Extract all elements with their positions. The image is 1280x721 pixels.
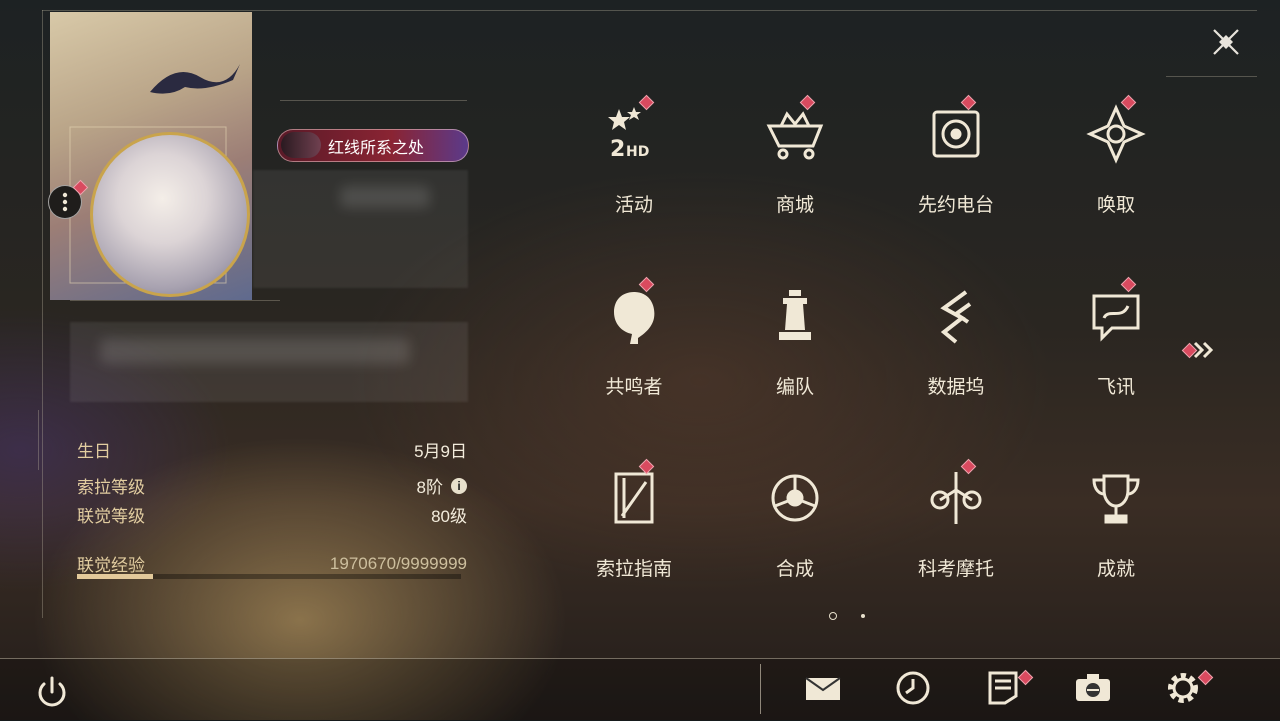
settings-gear-icon [1168,673,1198,703]
guidebook-icon [604,468,664,528]
convene-compass-icon [1086,104,1146,164]
team-chess-icon [765,286,825,346]
motorcycle-icon [926,468,986,528]
page-dot-2[interactable] [861,614,865,618]
mail-icon [805,677,841,700]
menu-item-2[interactable]: 先约电台 [876,88,1036,270]
menu-item-label: 先约电台 [917,195,994,216]
menu-item-label: 唤取 [1096,195,1135,216]
menu-item-label: 飞讯 [1096,377,1135,398]
bottom-bar-separator [760,664,761,714]
union-exp-fill [77,574,153,579]
union-exp-label: 联觉经验 [77,556,145,575]
sola-level-label: 索拉等级 [77,478,145,497]
menu-item-label: 编队 [775,377,814,398]
union-level-label: 联觉等级 [77,507,145,526]
notice-icon [988,671,1018,705]
next-page-button[interactable] [1180,338,1220,362]
mail-button[interactable] [803,668,843,708]
banner-top-line [280,100,467,101]
avatar[interactable] [90,132,250,297]
union-exp-value: 1970670/9999999 [329,553,467,573]
union-exp-row: 联觉经验 1970670/9999999 [77,551,467,576]
menu-item-11[interactable]: 成就 [1036,452,1196,634]
clock-button[interactable] [893,668,933,708]
dragon-art-icon [150,64,240,94]
menu-item-label: 商城 [775,195,814,216]
menu-item-4[interactable]: 共鸣者 [554,270,714,452]
notice-button[interactable] [983,668,1034,708]
profile-divider [70,300,280,301]
sola-level-value-wrap: 8阶 i [417,473,467,498]
title-banner[interactable]: 红线所系之处 [277,129,469,162]
menu-item-label: 数据坞 [927,377,985,398]
menu-item-7[interactable]: 飞讯 [1036,270,1196,452]
data-bank-icon [926,286,986,346]
banner-thumbnail [281,132,321,158]
svg-text:HD: HD [626,144,649,160]
camera-icon [1076,674,1110,701]
menu-item-8[interactable]: 索拉指南 [554,452,714,634]
menu-item-9[interactable]: 合成 [715,452,875,634]
menu-item-label: 活动 [614,195,653,216]
menu-item-6[interactable]: 数据坞 [876,270,1036,452]
banner-label: 红线所系之处 [328,139,425,157]
trophy-icon [1086,468,1146,528]
signature-blurred [100,338,410,364]
left-frame-line [42,10,43,618]
right-frame-line [1166,76,1257,77]
close-button[interactable] [1208,24,1244,60]
info-icon[interactable]: i [451,477,467,494]
player-name-blurred [340,186,430,208]
birthday-row: 生日 5月9日 [77,437,467,462]
resonator-head-icon [604,286,664,346]
union-level-row: 联觉等级 80级 [77,502,467,527]
chat-message-icon [1086,286,1146,346]
page-indicator [829,612,865,620]
menu-item-5[interactable]: 编队 [715,270,875,452]
menu-item-label: 成就 [1096,559,1135,580]
menu-item-0[interactable]: 2 HD 活动 [554,88,714,270]
camera-button[interactable] [1073,668,1113,708]
page-dot-1[interactable] [829,612,837,620]
menu-item-label: 索拉指南 [595,559,672,580]
union-level-value: 80级 [431,507,467,526]
events-2hd-icon: 2 HD [604,104,664,164]
radio-icon [926,104,986,164]
menu-item-label: 合成 [775,559,814,580]
sola-level-value: 8阶 [416,478,443,497]
menu-item-10[interactable]: 科考摩托 [876,452,1036,634]
birthday-value: 5月9日 [414,442,467,461]
power-button[interactable] [32,672,72,712]
menu-item-3[interactable]: 唤取 [1036,88,1196,270]
menu-item-label: 科考摩托 [917,559,994,580]
power-icon [38,676,66,707]
birthday-label: 生日 [77,442,111,461]
synthesis-icon [765,468,825,528]
side-rail-line [38,410,39,470]
svg-text:2: 2 [610,137,625,162]
shop-cart-icon [765,104,825,164]
menu-item-label: 共鸣者 [605,377,663,398]
top-frame-line [42,10,1257,11]
settings-button[interactable] [1163,668,1214,708]
sola-level-row: 索拉等级 8阶 i [77,473,467,498]
close-icon [1213,29,1239,55]
union-exp-bar [77,574,461,579]
menu-item-1[interactable]: 商城 [715,88,875,270]
clock-icon [896,671,930,705]
